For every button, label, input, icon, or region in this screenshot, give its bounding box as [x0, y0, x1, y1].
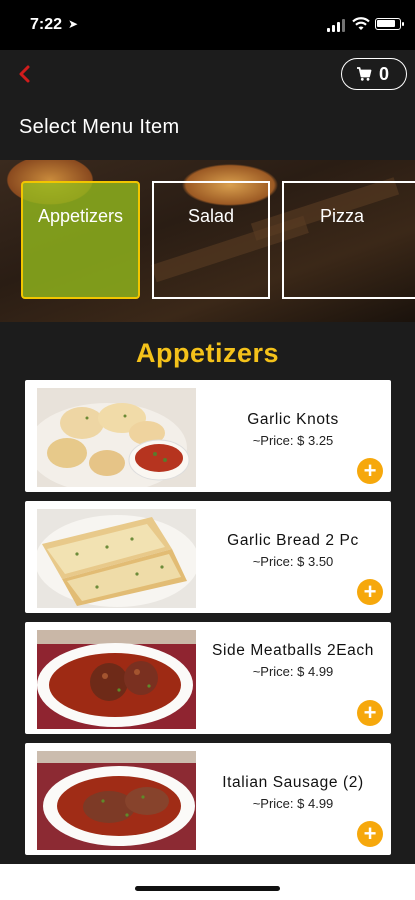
status-bar: 7:22 ➤: [0, 0, 415, 50]
add-to-cart-button[interactable]: +: [357, 458, 383, 484]
top-bar: 0 Select Menu Item: [0, 50, 415, 160]
plus-icon: +: [363, 821, 377, 846]
item-price: ~Price: $ 4.99: [252, 664, 334, 679]
item-name: Side Meatballs 2Each: [212, 642, 374, 659]
category-label: Salad: [187, 206, 235, 226]
add-to-cart-button[interactable]: +: [357, 821, 383, 847]
menu-item-card[interactable]: Side Meatballs 2Each ~Price: $ 4.99 +: [25, 622, 391, 734]
location-arrow-icon: ➤: [68, 17, 79, 31]
item-name: Garlic Knots: [247, 411, 339, 428]
category-banner: Appetizers Salad Pizza: [0, 160, 415, 322]
item-price: ~Price: $ 3.25: [252, 433, 334, 448]
menu-item-card[interactable]: Garlic Bread 2 Pc ~Price: $ 3.50 +: [25, 501, 391, 613]
item-info: Garlic Knots ~Price: $ 3.25: [203, 410, 383, 448]
category-tile-appetizers[interactable]: Appetizers: [21, 181, 140, 299]
item-price: ~Price: $ 4.99: [252, 796, 334, 811]
menu-item-card[interactable]: Garlic Knots ~Price: $ 3.25 +: [25, 380, 391, 492]
add-to-cart-button[interactable]: +: [357, 579, 383, 605]
status-time: 7:22: [30, 16, 63, 33]
item-name: Italian Sausage (2): [222, 774, 364, 791]
category-label: Appetizers: [37, 206, 124, 226]
item-price: ~Price: $ 3.50: [252, 554, 334, 569]
bottom-safe-area: [0, 864, 415, 900]
cart-icon: [357, 67, 372, 81]
cart-button[interactable]: 0: [341, 58, 407, 90]
home-indicator[interactable]: [135, 886, 280, 891]
menu-item-card[interactable]: Italian Sausage (2) ~Price: $ 4.99 +: [25, 743, 391, 855]
item-info: Garlic Bread 2 Pc ~Price: $ 3.50: [203, 531, 383, 569]
back-button[interactable]: [12, 60, 40, 88]
section-title: Appetizers: [135, 338, 280, 368]
category-tile-pizza[interactable]: Pizza: [282, 181, 415, 299]
cart-count: 0: [379, 64, 390, 84]
add-to-cart-button[interactable]: +: [357, 700, 383, 726]
plus-icon: +: [363, 579, 377, 604]
item-name: Garlic Bread 2 Pc: [227, 532, 359, 549]
screen: 7:22 ➤ 0 Select Menu Item Appetizers Sal…: [0, 0, 415, 900]
category-label: Pizza: [319, 206, 364, 226]
item-photo: [37, 751, 196, 850]
signal-icon: [327, 18, 347, 32]
item-photo: [37, 388, 196, 487]
category-tile-salad[interactable]: Salad: [152, 181, 270, 299]
plus-icon: +: [363, 700, 377, 725]
item-photo: [37, 630, 196, 729]
battery-icon: [375, 18, 404, 30]
item-photo: [37, 509, 196, 608]
wifi-icon: [352, 17, 370, 30]
page-title: Select Menu Item: [19, 116, 180, 138]
item-info: Italian Sausage (2) ~Price: $ 4.99: [203, 773, 383, 811]
plus-icon: +: [363, 458, 377, 483]
item-info: Side Meatballs 2Each ~Price: $ 4.99: [203, 641, 383, 679]
